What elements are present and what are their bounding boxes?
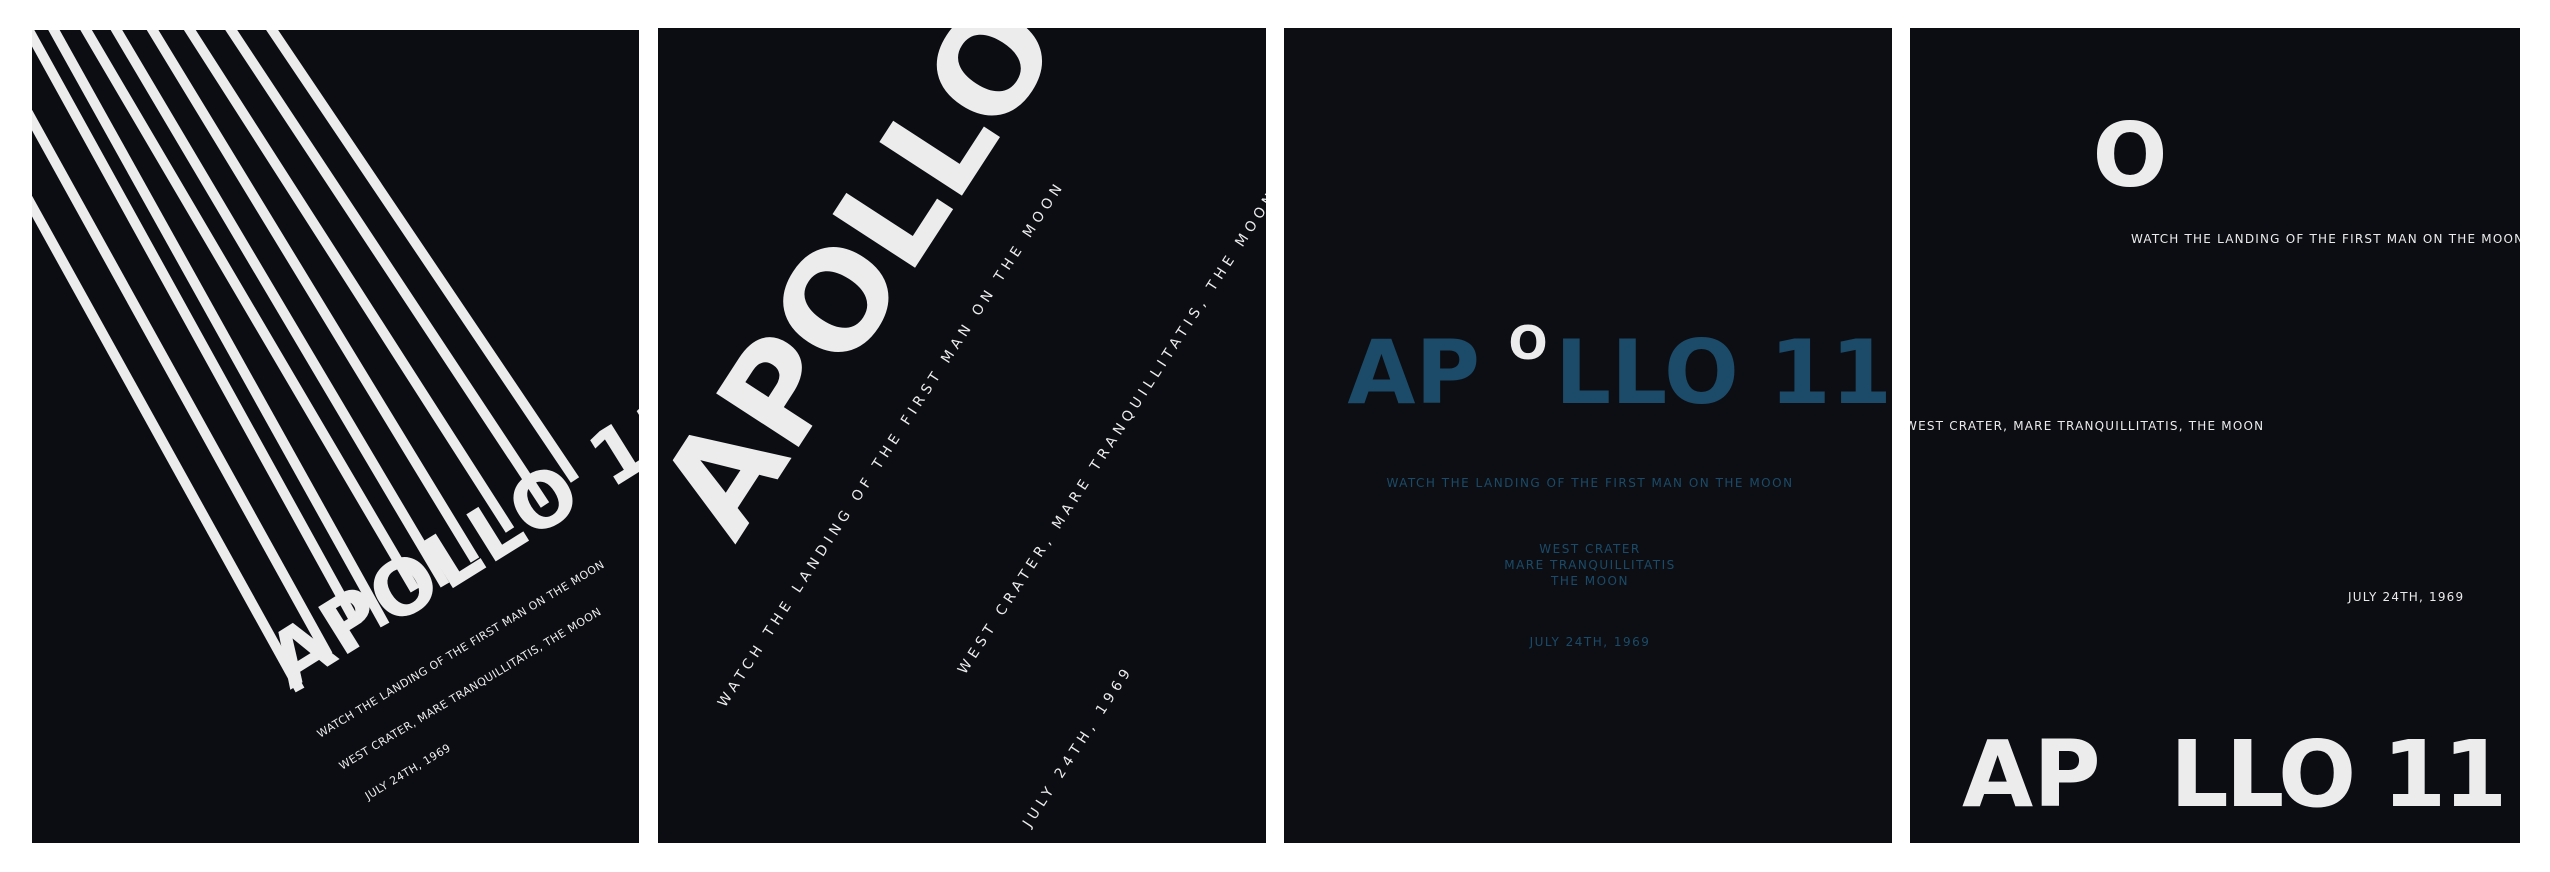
poster-gallery: AP O LLO 11 WATCH THE LANDING OF THE FIRST… — [0, 0, 2550, 872]
poster-4-title-right: LLO 11 — [2170, 721, 2504, 828]
poster-4: O WATCH THE LANDING OF THE FIRST MAN ON … — [1905, 28, 2524, 843]
poster-4-tagline: WATCH THE LANDING OF THE FIRST MAN ON TH… — [2131, 232, 2524, 246]
poster-4-date: JULY 24TH, 1969 — [2347, 590, 2464, 604]
poster-4-title-left: AP — [1962, 721, 2101, 828]
poster-4-location: WEST CRATER, MARE TRANQUILLITATIS, THE M… — [1905, 419, 2264, 433]
poster-4-title-o: O — [2093, 104, 2168, 207]
